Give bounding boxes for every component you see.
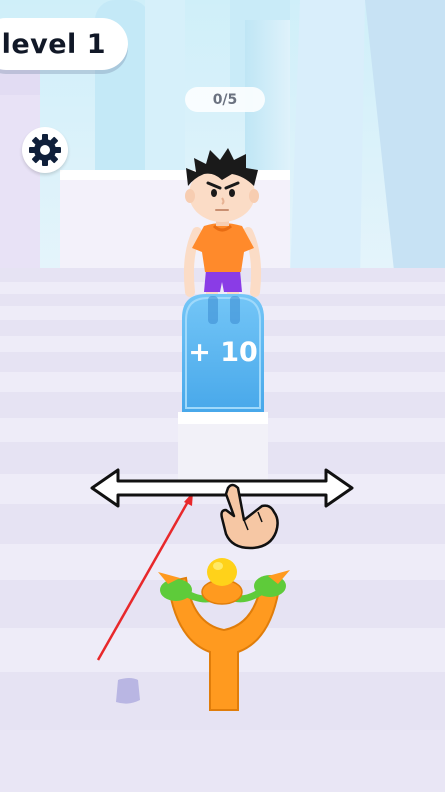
slingshot-ammo[interactable] bbox=[207, 558, 237, 586]
bonus-gate-label: + 10 bbox=[188, 337, 258, 368]
level-indicator: level 1 bbox=[0, 18, 128, 70]
bonus-gate[interactable]: + 10 bbox=[178, 294, 268, 482]
background-building bbox=[290, 0, 365, 280]
level-label: level 1 bbox=[1, 28, 106, 60]
gear-icon bbox=[29, 134, 61, 166]
game-world: + 10 bbox=[0, 0, 445, 792]
progress-counter-label: 0/5 bbox=[212, 91, 238, 108]
pebble bbox=[116, 678, 140, 704]
settings-button[interactable] bbox=[22, 127, 68, 173]
progress-counter: 0/5 bbox=[185, 87, 265, 112]
game-scene[interactable]: + 10 level 1 0/5 bbox=[0, 0, 445, 792]
